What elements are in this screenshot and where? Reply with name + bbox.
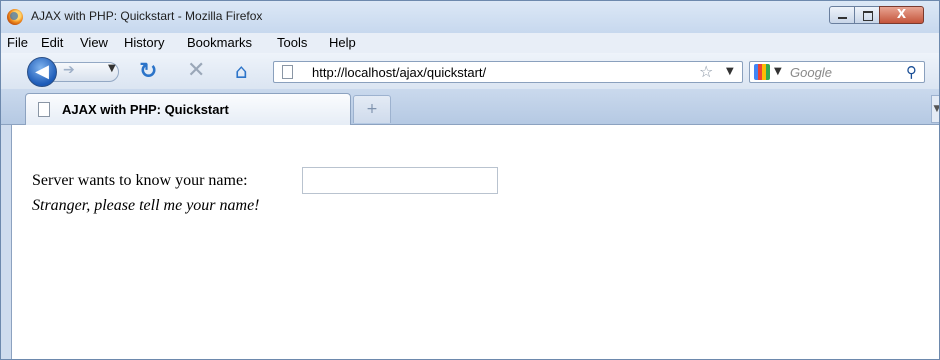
window-title: AJAX with PHP: Quickstart - Mozilla Fire… bbox=[31, 9, 263, 23]
forward-arrow-icon: ➔ bbox=[63, 62, 75, 78]
page-icon bbox=[282, 65, 293, 79]
menu-tools[interactable]: Tools bbox=[277, 35, 307, 50]
page-icon bbox=[38, 102, 50, 117]
page-content: Server wants to know your name: Stranger… bbox=[11, 125, 939, 359]
search-placeholder[interactable]: Google bbox=[790, 65, 832, 80]
magnifier-icon[interactable]: ⚲ bbox=[906, 63, 917, 81]
reload-icon[interactable]: ↻ bbox=[139, 59, 157, 84]
menu-bar: File Edit View History Bookmarks Tools H… bbox=[1, 33, 939, 53]
tab-list-button[interactable]: ▼ bbox=[931, 95, 939, 123]
menu-history[interactable]: History bbox=[124, 35, 164, 50]
tab-label: AJAX with PHP: Quickstart bbox=[62, 102, 229, 117]
tab-strip: AJAX with PHP: Quickstart + ▼ bbox=[1, 89, 939, 125]
tab-quickstart[interactable]: AJAX with PHP: Quickstart bbox=[25, 93, 351, 125]
back-arrow-icon: ◀ bbox=[35, 61, 49, 82]
stop-icon[interactable]: ✕ bbox=[187, 58, 205, 83]
bookmark-star-icon[interactable]: ☆ bbox=[699, 62, 713, 81]
title-bar: AJAX with PHP: Quickstart - Mozilla Fire… bbox=[1, 1, 939, 33]
menu-file[interactable]: File bbox=[7, 35, 28, 50]
server-message: Stranger, please tell me your name! bbox=[32, 197, 260, 214]
menu-view[interactable]: View bbox=[80, 35, 108, 50]
back-button[interactable]: ◀ bbox=[27, 57, 57, 87]
search-bar[interactable]: ▼ Google ⚲ bbox=[749, 61, 925, 83]
maximize-button[interactable] bbox=[854, 6, 880, 24]
url-dropdown-icon[interactable]: ▼ bbox=[726, 66, 734, 77]
url-bar[interactable]: http://localhost/ajax/quickstart/ ☆ ▼ bbox=[273, 61, 743, 83]
menu-bookmarks[interactable]: Bookmarks bbox=[187, 35, 252, 50]
browser-window: AJAX with PHP: Quickstart - Mozilla Fire… bbox=[0, 0, 940, 360]
url-text[interactable]: http://localhost/ajax/quickstart/ bbox=[312, 65, 486, 80]
firefox-logo-icon bbox=[7, 9, 23, 25]
new-tab-button[interactable]: + bbox=[353, 95, 391, 123]
menu-help[interactable]: Help bbox=[329, 35, 356, 50]
navigation-toolbar: ➔ ▼ ◀ ↻ ✕ ⌂ http://localhost/ajax/quicks… bbox=[1, 53, 939, 89]
history-dropdown-icon[interactable]: ▼ bbox=[108, 63, 116, 74]
name-prompt-label: Server wants to know your name: bbox=[32, 172, 248, 189]
home-icon[interactable]: ⌂ bbox=[235, 59, 248, 83]
plus-icon: + bbox=[366, 101, 378, 117]
name-input[interactable] bbox=[302, 167, 498, 194]
google-icon[interactable] bbox=[754, 64, 770, 80]
close-button[interactable]: X bbox=[879, 6, 924, 24]
menu-edit[interactable]: Edit bbox=[41, 35, 63, 50]
search-engine-dropdown-icon[interactable]: ▼ bbox=[774, 66, 782, 77]
minimize-button[interactable] bbox=[829, 6, 855, 24]
